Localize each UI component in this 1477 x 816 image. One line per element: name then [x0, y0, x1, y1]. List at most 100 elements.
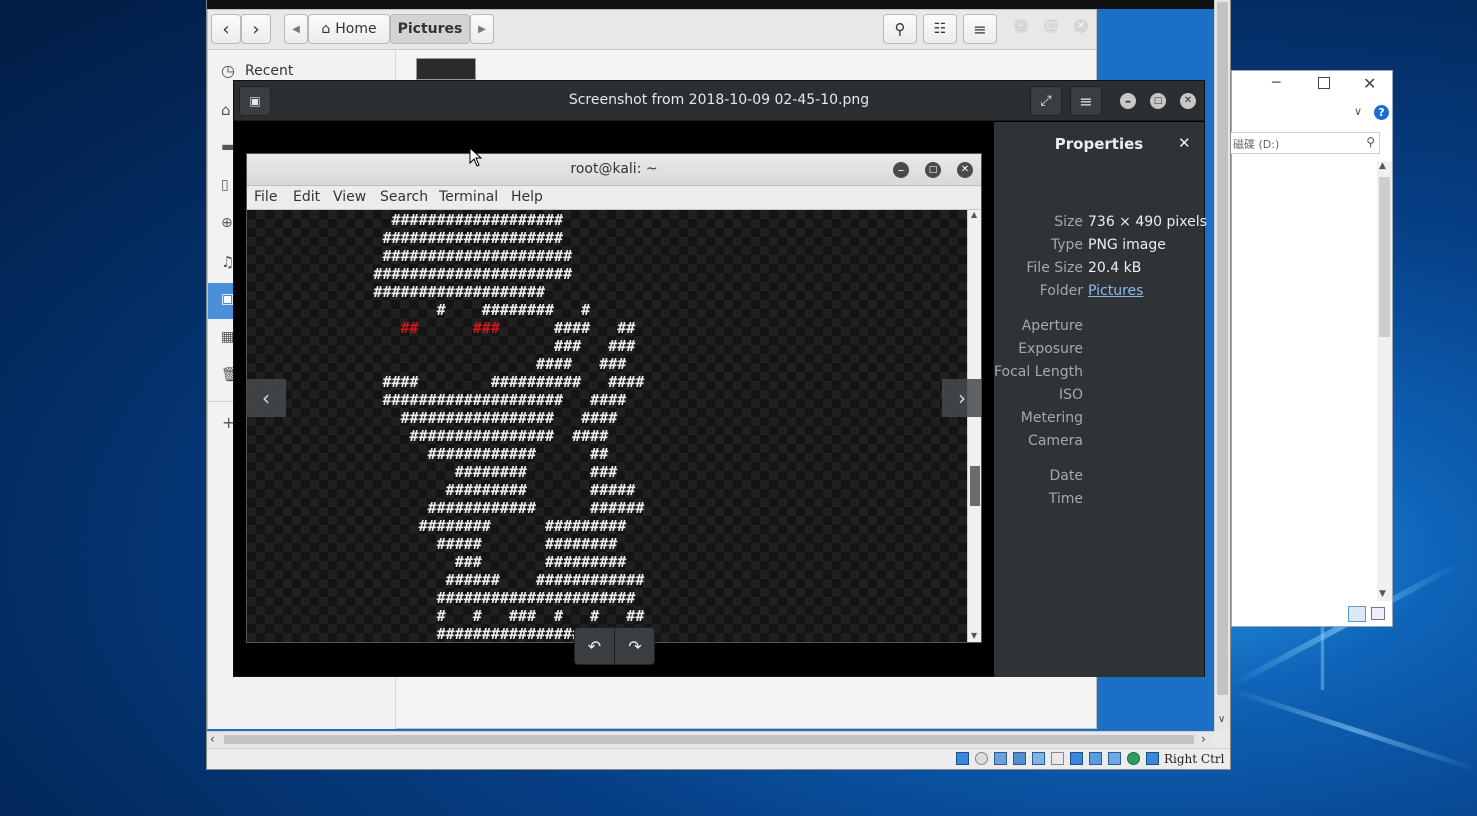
hard-disk-icon[interactable]: [956, 752, 969, 765]
address-bar[interactable]: 磁碟 (D:) ⚲: [1230, 132, 1380, 154]
address-text: 磁碟 (D:): [1233, 138, 1280, 151]
terminal-scrollbar: ▲ ▼: [967, 210, 981, 642]
scroll-right-arrow[interactable]: ›: [1201, 732, 1206, 746]
maximize-icon[interactable]: [1318, 77, 1330, 89]
vbox-vertical-scrollbar[interactable]: ∨: [1214, 0, 1230, 731]
property-label: Time: [1048, 491, 1083, 507]
menu-button[interactable]: ≡: [1070, 86, 1102, 116]
details-view-icon[interactable]: [1348, 606, 1366, 622]
rotate-right-button[interactable]: ↷: [615, 628, 655, 664]
property-row: Type PNG image: [994, 237, 1204, 257]
scroll-left-arrow[interactable]: ‹: [210, 732, 215, 746]
maximize-icon: □: [925, 162, 941, 178]
displayed-image: root@kali: ~ – □ ✕ File Edit View Search…: [246, 153, 982, 643]
terminal-title: root@kali: ~: [570, 161, 658, 177]
hamburger-icon: ≡: [973, 19, 987, 39]
optical-drive-icon[interactable]: [975, 752, 988, 765]
path-left-arrow[interactable]: ◀: [284, 14, 308, 44]
close-icon[interactable]: ✕: [1074, 19, 1088, 33]
video-capture-icon[interactable]: [1089, 752, 1102, 765]
minimize-icon[interactable]: ─: [1272, 75, 1286, 91]
terminal-line: ######### #####: [247, 481, 636, 499]
close-icon: ✕: [1178, 134, 1191, 152]
next-image-button[interactable]: ›: [942, 379, 982, 417]
home-icon[interactable]: ⌂: [221, 101, 231, 119]
rotate-left-icon: ↶: [587, 636, 602, 656]
folder-link[interactable]: Pictures: [1088, 283, 1143, 299]
vbox-horizontal-scrollbar[interactable]: ‹ ›: [207, 731, 1214, 747]
property-row: Metering: [994, 410, 1204, 430]
terminal-titlebar: root@kali: ~ – □ ✕: [247, 154, 981, 186]
virtualization-icon[interactable]: [1127, 752, 1140, 765]
close-properties-button[interactable]: ✕: [1178, 134, 1191, 152]
back-button[interactable]: ‹: [211, 14, 241, 44]
menu-edit: Edit: [293, 189, 321, 205]
terminal-output: ################### ####################…: [247, 210, 967, 642]
windows-explorer-window[interactable]: ─ ✕ ∨ ? 磁碟 (D:) ⚲ ▲ ▼: [1230, 70, 1393, 627]
maximize-icon[interactable]: □: [1150, 93, 1166, 109]
terminal-line: #### ########## ####: [247, 373, 645, 391]
terminal-line: ##### ########: [247, 535, 618, 553]
image-viewer-window[interactable]: ▣ Screenshot from 2018-10-09 02-45-10.pn…: [233, 80, 1207, 677]
help-icon[interactable]: ?: [1374, 105, 1389, 120]
cursor-arrow-icon: [469, 146, 483, 167]
property-row: Aperture: [994, 318, 1204, 338]
minimize-icon[interactable]: –: [1014, 19, 1028, 33]
files-headerbar: ‹ › ◀ ⌂ Home Pictures ▶ ⚲ ☷ ≡ – □ ✕: [208, 10, 1096, 50]
close-icon[interactable]: ✕: [1363, 74, 1376, 93]
property-label: Folder: [1039, 283, 1083, 299]
chevron-down-icon[interactable]: ∨: [1354, 105, 1362, 118]
scroll-thumb[interactable]: [1379, 177, 1390, 337]
terminal-line: # ######## #: [247, 301, 591, 319]
fullscreen-button[interactable]: ⤢: [1030, 86, 1062, 116]
scroll-down-arrow[interactable]: ∨: [1218, 714, 1225, 725]
property-label: Metering: [1020, 410, 1083, 426]
terminal-line: ####################: [247, 229, 564, 247]
property-row: Size 736 × 490 pixels: [994, 214, 1207, 234]
path-current-label: Pictures: [397, 21, 463, 37]
menu-button[interactable]: ≡: [963, 14, 997, 44]
property-value: 736 × 490 pixels: [1088, 214, 1207, 230]
search-icon[interactable]: ⚲: [1366, 135, 1375, 149]
scroll-thumb[interactable]: [224, 735, 1194, 744]
property-row: Focal Length: [994, 364, 1204, 384]
view-mode-button[interactable]: ☷: [923, 14, 957, 44]
display-icon[interactable]: [1070, 752, 1083, 765]
path-pictures-button[interactable]: Pictures: [390, 14, 470, 44]
audio-icon[interactable]: [994, 752, 1007, 765]
rotate-left-button[interactable]: ↶: [575, 628, 615, 664]
large-icons-view-icon[interactable]: [1371, 607, 1385, 620]
maximize-icon[interactable]: □: [1044, 19, 1058, 33]
property-label: Size: [1054, 214, 1083, 230]
search-button[interactable]: ⚲: [883, 14, 917, 44]
property-value: 20.4 kB: [1088, 260, 1142, 276]
documents-icon[interactable]: ▯: [221, 177, 229, 193]
path-right-arrow[interactable]: ▶: [470, 14, 494, 44]
terminal-line: ######################: [247, 589, 636, 607]
close-icon: ✕: [957, 162, 973, 178]
close-icon[interactable]: ✕: [1180, 93, 1196, 109]
explorer-scrollbar[interactable]: ▲ ▼: [1377, 161, 1392, 601]
forward-button[interactable]: ›: [241, 14, 271, 44]
minimize-icon[interactable]: –: [1120, 93, 1136, 109]
gallery-button[interactable]: ▣: [239, 86, 271, 116]
scroll-down-arrow[interactable]: ▼: [1379, 589, 1386, 599]
viewer-title: Screenshot from 2018-10-09 02-45-10.png: [568, 92, 870, 108]
network-icon[interactable]: [1013, 752, 1026, 765]
scroll-thumb[interactable]: [1217, 2, 1228, 695]
chevron-right-icon: ›: [252, 18, 260, 40]
chevron-right-icon: ›: [958, 386, 966, 410]
property-row: Exposure: [994, 341, 1204, 361]
cpu-icon[interactable]: [1108, 752, 1121, 765]
shared-folders-icon[interactable]: [1051, 752, 1064, 765]
file-thumbnail[interactable]: [416, 58, 476, 80]
path-home-button[interactable]: ⌂ Home: [308, 14, 390, 44]
property-row: File Size 20.4 kB: [994, 260, 1204, 280]
usb-icon[interactable]: [1032, 752, 1045, 765]
image-gallery-icon: ▣: [249, 94, 261, 108]
scroll-up-arrow[interactable]: ▲: [1379, 161, 1386, 171]
mouse-integration-icon[interactable]: [1146, 752, 1159, 765]
previous-image-button[interactable]: ‹: [246, 379, 286, 417]
scroll-down-arrow: ▼: [971, 631, 978, 640]
downloads-icon[interactable]: ⊕: [221, 215, 233, 231]
